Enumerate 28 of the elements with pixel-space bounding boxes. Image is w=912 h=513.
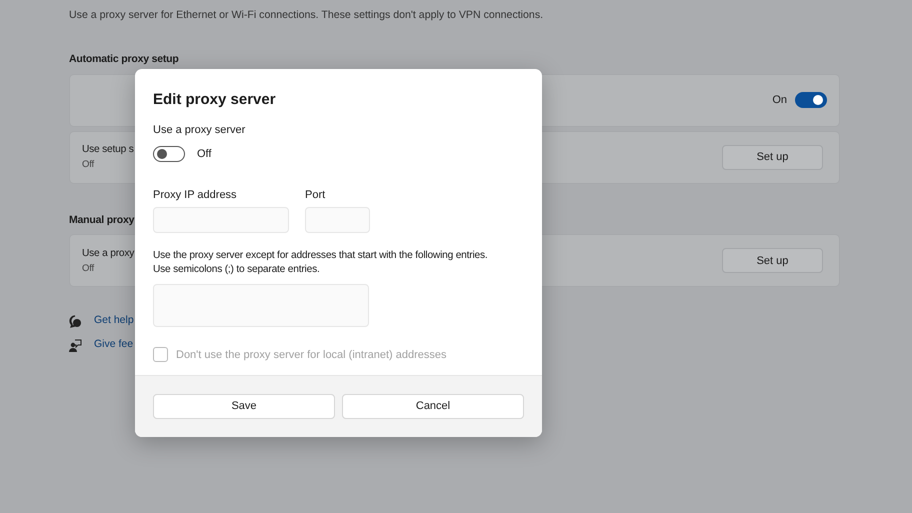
help-link[interactable]: Get help [94, 313, 134, 330]
row-state: Off [82, 262, 94, 276]
description-text: Use a proxy server for Ethernet or Wi-Fi connections. These settings don't apply to VPN connections. [69, 8, 544, 23]
toggle-label: On [772, 92, 787, 108]
field-label: Port [305, 188, 326, 202]
feedback-icon [69, 338, 82, 352]
section-heading: Manual proxy [69, 212, 134, 228]
feedback-link[interactable]: Give fee [94, 337, 134, 353]
row-title: Use a proxy [82, 246, 134, 261]
help-icon [69, 314, 82, 328]
field-label: Proxy IP address [153, 188, 238, 202]
cancel-button[interactable]: Cancel [342, 394, 524, 419]
row-title: Use setup s [82, 142, 134, 157]
save-button[interactable]: Save [153, 394, 335, 419]
checkbox-label: Don't use the proxy server for local (intranet) addresses [176, 348, 446, 363]
field-label: Use a proxy server [153, 122, 246, 138]
toggle-label: Off [197, 147, 212, 162]
port-field[interactable] [305, 207, 370, 233]
toggle-switch[interactable] [153, 146, 185, 162]
ip-address-field[interactable] [153, 207, 289, 233]
row-state: Off [82, 158, 94, 172]
exceptions-field[interactable] [153, 284, 369, 327]
setup-button[interactable]: Set up [722, 144, 823, 170]
dialog-title: Edit proxy server [153, 90, 277, 110]
section-heading: Automatic proxy setup [69, 52, 179, 67]
setup-button[interactable]: Set up [722, 248, 823, 274]
toggle-switch[interactable] [795, 92, 827, 108]
instructions-text: Use the proxy server except for addresses that start with the following entries. Use semicolons (;) to separate entries. [153, 249, 488, 278]
